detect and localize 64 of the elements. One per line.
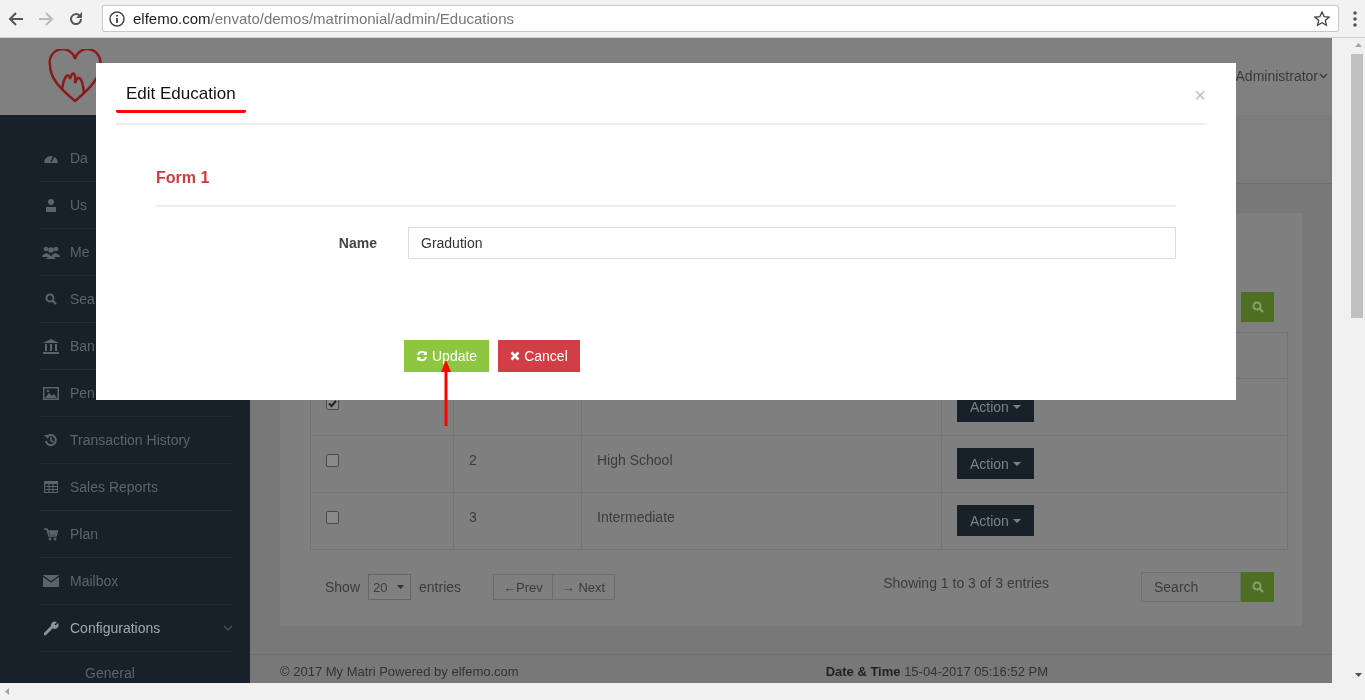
image-icon bbox=[43, 386, 59, 400]
menu-icon[interactable] bbox=[1353, 10, 1357, 27]
prev-button[interactable]: ←Prev bbox=[493, 574, 553, 600]
sidebar-subitem[interactable]: General bbox=[40, 652, 135, 681]
modal-title: Edit Education bbox=[116, 63, 246, 113]
next-button[interactable]: → Next bbox=[552, 574, 616, 600]
search-field[interactable]: Search bbox=[1141, 572, 1241, 602]
table-cell: High School bbox=[597, 452, 673, 468]
back-arrow-icon[interactable] bbox=[8, 11, 24, 26]
field-label: Name bbox=[337, 235, 378, 251]
scroll-left-icon[interactable] bbox=[5, 688, 9, 695]
action-button[interactable]: Action bbox=[957, 448, 1034, 479]
info-icon bbox=[109, 10, 125, 27]
address-field[interactable]: elfemo.com/envato/demos/matrimonial/admin/Educations bbox=[102, 5, 1339, 32]
history-icon bbox=[44, 433, 58, 447]
users-icon bbox=[42, 245, 60, 259]
name-field[interactable]: Gradution bbox=[408, 227, 1176, 259]
sidebar-item[interactable]: Sales Reports bbox=[40, 464, 233, 511]
cart-icon bbox=[44, 527, 58, 541]
search-icon bbox=[45, 293, 57, 305]
table-cell: 2 bbox=[469, 452, 477, 468]
close-icon bbox=[510, 351, 521, 361]
envelope-icon bbox=[43, 575, 59, 587]
sidebar-item[interactable]: Transaction History bbox=[40, 417, 233, 464]
wrench-icon bbox=[43, 620, 59, 636]
table-icon bbox=[44, 481, 58, 493]
reload-icon[interactable] bbox=[68, 10, 84, 27]
caret-icon bbox=[1012, 461, 1021, 466]
star-icon[interactable] bbox=[1314, 10, 1330, 27]
action-button[interactable]: Action bbox=[957, 505, 1034, 536]
caret-icon bbox=[1012, 404, 1021, 409]
bank-icon bbox=[43, 338, 59, 354]
forward-arrow-icon[interactable] bbox=[38, 11, 54, 26]
scrollbar-thumb[interactable] bbox=[1351, 54, 1363, 318]
chevron-down-icon bbox=[1319, 72, 1328, 79]
scroll-up-icon[interactable] bbox=[1355, 43, 1362, 47]
cancel-button[interactable]: Cancel bbox=[498, 340, 580, 372]
sidebar-item[interactable]: Configurations bbox=[40, 605, 233, 652]
user-menu[interactable]: Administrator bbox=[1235, 67, 1328, 84]
search-button[interactable] bbox=[1241, 572, 1274, 602]
caret-icon bbox=[1012, 518, 1021, 523]
entries-label: entries bbox=[419, 579, 462, 595]
scroll-down-icon[interactable] bbox=[1355, 673, 1362, 677]
date-time-text: Date & Time 15-04-2017 05:16:52 PM bbox=[825, 664, 1048, 679]
search-icon bbox=[1251, 581, 1264, 593]
copyright-text: © 2017 My Matri Powered by elfemo.com bbox=[280, 664, 519, 679]
caret-icon bbox=[397, 585, 405, 589]
checkbox[interactable] bbox=[326, 454, 339, 467]
table-cell: Intermediate bbox=[597, 509, 675, 525]
sidebar-item[interactable]: Mailbox bbox=[40, 558, 233, 605]
search-icon bbox=[1251, 301, 1264, 313]
entries-info: Showing 1 to 3 of 3 entries bbox=[883, 575, 1049, 591]
search-button[interactable] bbox=[1241, 292, 1274, 322]
refresh-icon bbox=[416, 350, 428, 362]
user-icon bbox=[45, 198, 57, 212]
sidebar-item[interactable]: Plan bbox=[40, 511, 233, 558]
show-label: Show bbox=[325, 579, 361, 595]
checkbox[interactable] bbox=[326, 511, 339, 524]
close-button[interactable]: × bbox=[1194, 79, 1206, 111]
table-cell: 3 bbox=[469, 509, 477, 525]
heart-logo-icon bbox=[48, 48, 102, 105]
page-size-select[interactable]: 20 bbox=[368, 574, 412, 600]
update-button[interactable]: Update bbox=[404, 340, 490, 372]
section-title: Form 1 bbox=[156, 169, 210, 187]
